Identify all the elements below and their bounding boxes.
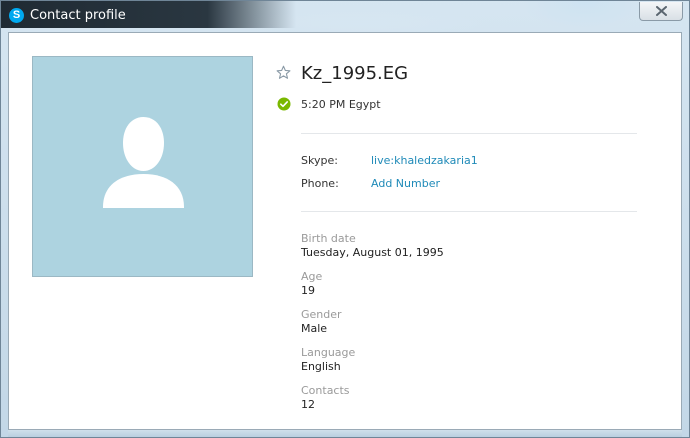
- divider: [301, 133, 637, 134]
- close-icon: [656, 6, 667, 16]
- default-avatar-icon: [103, 117, 184, 208]
- star-outline-icon[interactable]: [276, 65, 291, 80]
- add-number-link[interactable]: Add Number: [371, 176, 440, 191]
- contacts-label: Contacts: [301, 384, 350, 397]
- profile-content: Kz_1995.EG 5:20 PM Egypt Skype: live:kha…: [8, 32, 682, 430]
- local-time: 5:20 PM Egypt: [301, 98, 381, 111]
- gender-label: Gender: [301, 308, 342, 321]
- birth-date-value: Tuesday, August 01, 1995: [301, 246, 444, 259]
- title-bar[interactable]: S Contact profile: [1, 1, 689, 32]
- age-value: 19: [301, 284, 315, 297]
- skype-label: Skype:: [301, 154, 338, 167]
- window-title: Contact profile: [30, 8, 126, 23]
- divider: [301, 211, 637, 212]
- skype-logo-icon: S: [9, 8, 24, 23]
- contact-avatar: [32, 56, 253, 277]
- online-check-icon: [277, 97, 291, 111]
- window-bottom-frame: [8, 430, 682, 437]
- gender-value: Male: [301, 322, 328, 335]
- age-label: Age: [301, 270, 323, 283]
- close-button[interactable]: [639, 2, 683, 21]
- contact-name: Kz_1995.EG: [301, 63, 409, 84]
- contact-profile-window: S Contact profile Kz_1995.EG 5:20 PM Egy: [0, 0, 690, 438]
- birth-date-label: Birth date: [301, 232, 356, 245]
- skype-id-link[interactable]: live:khaledzakaria1: [371, 153, 478, 168]
- phone-label: Phone:: [301, 177, 339, 190]
- contacts-value: 12: [301, 398, 315, 411]
- language-value: English: [301, 360, 341, 373]
- language-label: Language: [301, 346, 356, 359]
